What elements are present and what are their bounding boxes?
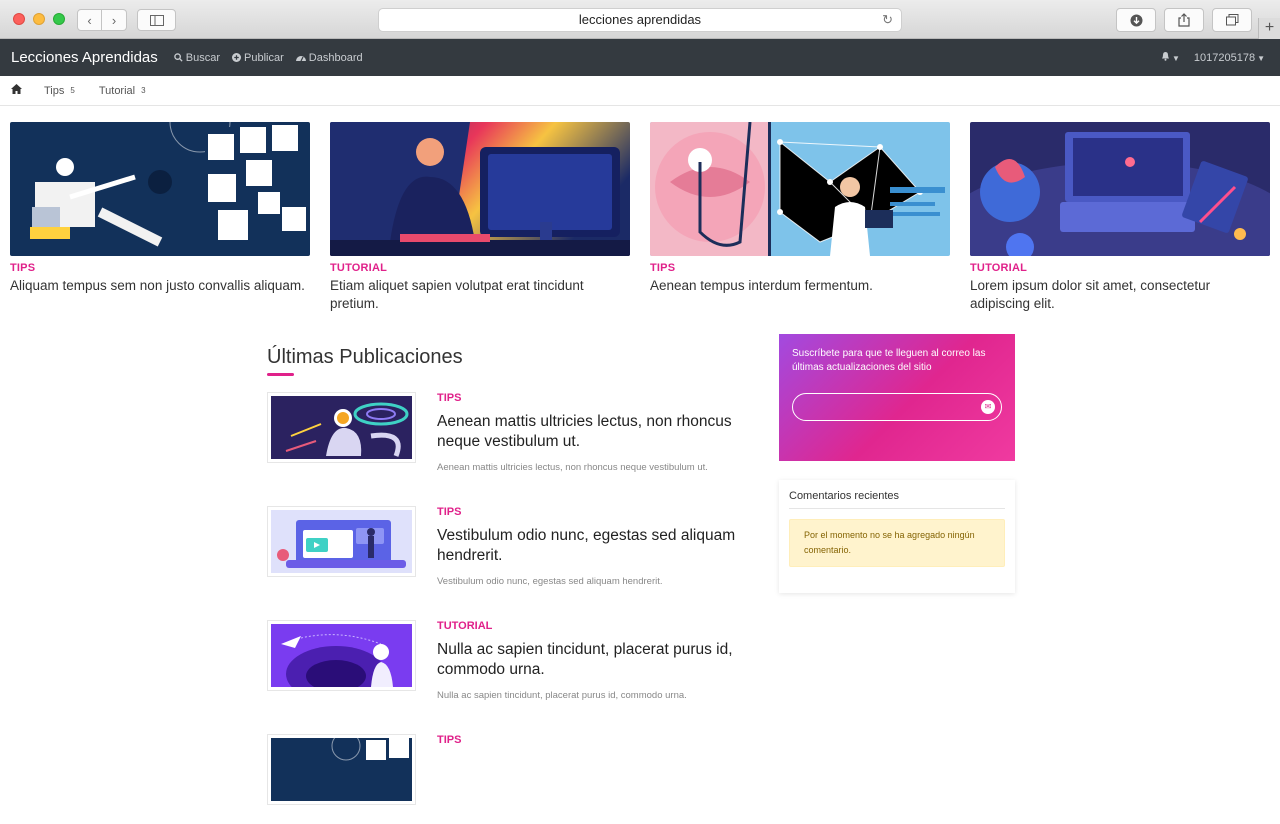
post-item: TUTORIAL Nulla ac sapien tincidunt, plac… bbox=[267, 620, 737, 710]
featured-posts: TIPS Aliquam tempus sem non justo conval… bbox=[10, 122, 1270, 313]
post-category[interactable]: TIPS bbox=[437, 392, 461, 404]
nav-publish-label: Publicar bbox=[244, 51, 284, 64]
minimize-window-icon[interactable] bbox=[33, 13, 45, 25]
post-thumbnail[interactable] bbox=[267, 620, 416, 691]
home-icon bbox=[11, 84, 22, 94]
reload-icon[interactable]: ↻ bbox=[882, 9, 893, 31]
subscribe-text: Suscríbete para que te lleguen al correo… bbox=[792, 348, 986, 373]
category-label: Tips bbox=[44, 84, 65, 97]
address-bar[interactable]: lecciones aprendidas ↻ bbox=[378, 8, 902, 32]
post-excerpt: Aenean mattis ultricies lectus, non rhon… bbox=[437, 462, 708, 473]
site-brand[interactable]: Lecciones Aprendidas bbox=[11, 49, 158, 66]
featured-title[interactable]: Etiam aliquet sapien volutpat erat tinci… bbox=[330, 277, 630, 313]
caret-down-icon: ▼ bbox=[1257, 53, 1265, 63]
category-tutorial[interactable]: Tutorial 3 bbox=[99, 85, 146, 97]
subscribe-email-input[interactable]: ✉ bbox=[792, 393, 1002, 421]
download-icon bbox=[1130, 14, 1142, 26]
featured-title[interactable]: Lorem ipsum dolor sit amet, consectetur … bbox=[970, 277, 1270, 313]
chevron-left-icon: ‹ bbox=[87, 12, 92, 28]
post-thumbnail[interactable] bbox=[267, 506, 416, 577]
browser-actions bbox=[1116, 8, 1252, 32]
post-thumbnail[interactable] bbox=[267, 734, 416, 805]
user-dropdown[interactable]: 1017205178 ▼ bbox=[1194, 52, 1265, 64]
nav-publish-link[interactable]: Publicar bbox=[232, 52, 284, 64]
url-text: lecciones aprendidas bbox=[578, 12, 702, 27]
notifications-dropdown[interactable]: ▼ bbox=[1161, 51, 1180, 64]
featured-image[interactable] bbox=[970, 122, 1270, 256]
featured-image[interactable] bbox=[10, 122, 310, 256]
sidebar-icon bbox=[149, 14, 164, 26]
browser-toolbar: ‹ › lecciones aprendidas ↻ + bbox=[0, 0, 1280, 39]
share-icon bbox=[1178, 13, 1190, 27]
nav-dashboard-label: Dashboard bbox=[308, 51, 363, 64]
post-category[interactable]: TUTORIAL bbox=[437, 620, 492, 632]
dashboard-icon bbox=[295, 55, 306, 61]
close-window-icon[interactable] bbox=[13, 13, 25, 25]
nav-dashboard-link[interactable]: Dashboard bbox=[295, 51, 363, 64]
post-category[interactable]: TIPS bbox=[437, 506, 461, 518]
envelope-icon[interactable]: ✉ bbox=[981, 400, 995, 414]
post-title[interactable]: Nulla ac sapien tincidunt, placerat puru… bbox=[437, 640, 737, 680]
chevron-right-icon: › bbox=[111, 12, 117, 28]
featured-card[interactable]: TIPS Aliquam tempus sem non justo conval… bbox=[10, 122, 310, 313]
post-excerpt: Nulla ac sapien tincidunt, placerat puru… bbox=[437, 690, 687, 701]
history-nav: ‹ › bbox=[77, 9, 127, 31]
caret-down-icon: ▼ bbox=[1171, 54, 1180, 63]
tabs-overview-button[interactable] bbox=[1212, 8, 1252, 32]
post-item: TIPS Aenean mattis ultricies lectus, non… bbox=[267, 392, 737, 482]
post-category[interactable]: TIPS bbox=[437, 734, 461, 746]
main-navbar: Lecciones Aprendidas Buscar Publicar Das… bbox=[0, 39, 1280, 76]
latest-posts-heading: Últimas Publicaciones bbox=[267, 346, 463, 368]
recent-comments-title: Comentarios recientes bbox=[789, 490, 1005, 509]
recent-comments-box: Comentarios recientes Por el momento no … bbox=[779, 480, 1015, 593]
tabs-icon bbox=[1225, 14, 1238, 26]
new-tab-button[interactable]: + bbox=[1258, 18, 1280, 39]
featured-category[interactable]: TIPS bbox=[10, 262, 310, 274]
post-title[interactable]: Aenean mattis ultricies lectus, non rhon… bbox=[437, 412, 737, 452]
featured-category[interactable]: TUTORIAL bbox=[330, 262, 630, 274]
share-button[interactable] bbox=[1164, 8, 1204, 32]
sidebar-toggle-button[interactable] bbox=[137, 9, 176, 31]
category-count: 3 bbox=[141, 86, 146, 95]
featured-category[interactable]: TUTORIAL bbox=[970, 262, 1270, 274]
window-controls bbox=[13, 13, 65, 25]
user-id: 1017205178 bbox=[1193, 51, 1256, 64]
downloads-button[interactable] bbox=[1116, 8, 1156, 32]
featured-title[interactable]: Aenean tempus interdum fermentum. bbox=[650, 277, 950, 295]
home-link[interactable] bbox=[11, 84, 22, 97]
featured-category[interactable]: TIPS bbox=[650, 262, 950, 274]
nav-search-link[interactable]: Buscar bbox=[174, 52, 220, 64]
featured-card[interactable]: TUTORIAL Etiam aliquet sapien volutpat e… bbox=[330, 122, 630, 313]
category-label: Tutorial bbox=[98, 84, 136, 97]
post-title[interactable]: Vestibulum odio nunc, egestas sed aliqua… bbox=[437, 526, 737, 566]
plus-circle-icon bbox=[232, 53, 242, 62]
no-comments-alert: Por el momento no se ha agregado ningún … bbox=[789, 519, 1005, 567]
featured-card[interactable]: TIPS Aenean tempus interdum fermentum. bbox=[650, 122, 950, 313]
subscribe-box: Suscríbete para que te lleguen al correo… bbox=[779, 334, 1015, 461]
search-icon bbox=[174, 53, 183, 62]
bell-icon bbox=[1161, 52, 1169, 61]
heading-underline bbox=[267, 373, 294, 376]
plus-icon: + bbox=[1264, 19, 1275, 36]
featured-card[interactable]: TUTORIAL Lorem ipsum dolor sit amet, con… bbox=[970, 122, 1270, 313]
navbar-right: ▼ 1017205178 ▼ bbox=[1161, 39, 1265, 76]
back-button[interactable]: ‹ bbox=[77, 9, 102, 31]
featured-title[interactable]: Aliquam tempus sem non justo convallis a… bbox=[10, 277, 310, 295]
featured-image[interactable] bbox=[330, 122, 630, 256]
forward-button[interactable]: › bbox=[102, 9, 127, 31]
featured-image[interactable] bbox=[650, 122, 950, 256]
post-thumbnail[interactable] bbox=[267, 392, 416, 463]
post-item: TIPS bbox=[267, 734, 737, 824]
nav-search-label: Buscar bbox=[185, 51, 221, 64]
category-count: 5 bbox=[70, 86, 75, 95]
maximize-window-icon[interactable] bbox=[53, 13, 65, 25]
category-bar: Tips 5 Tutorial 3 bbox=[0, 76, 1280, 106]
category-tips[interactable]: Tips 5 bbox=[44, 85, 75, 97]
post-excerpt: Vestibulum odio nunc, egestas sed aliqua… bbox=[437, 576, 663, 587]
post-item: TIPS Vestibulum odio nunc, egestas sed a… bbox=[267, 506, 737, 596]
